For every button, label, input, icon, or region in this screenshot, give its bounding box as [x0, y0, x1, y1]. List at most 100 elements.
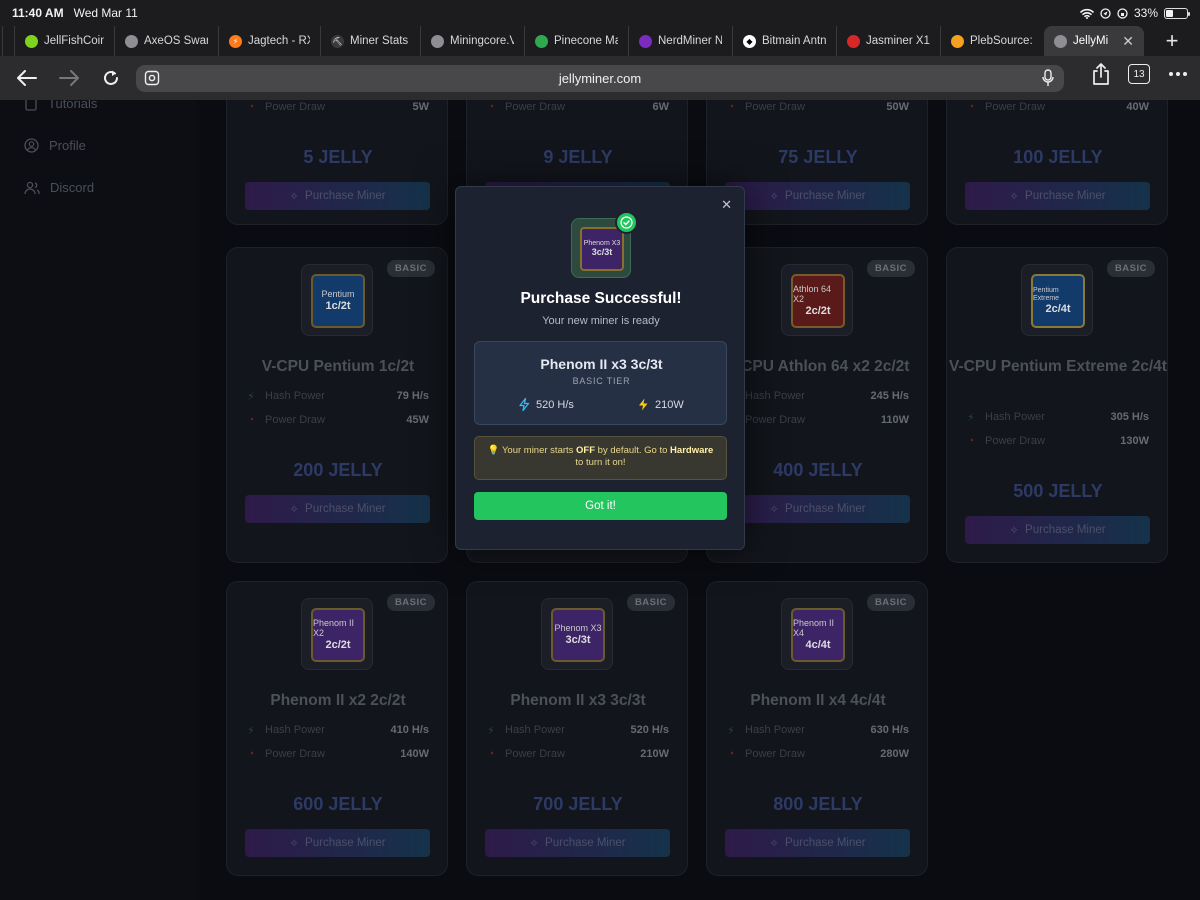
- cpu-chip-icon: Athlon 64 X2 2c/2t: [781, 264, 853, 336]
- pickaxe-icon: ⛏: [331, 34, 344, 48]
- purchase-success-modal: ✕ Phenom X3 3c/3t Purchase Successful! Yo…: [455, 186, 745, 550]
- hash-power-stat: 520 H/s: [519, 398, 574, 411]
- purchase-miner-button[interactable]: ✧Purchase Miner: [965, 516, 1150, 544]
- sidebar-item-profile[interactable]: Profile: [24, 138, 86, 153]
- sparkle-icon: ✧: [289, 191, 300, 203]
- purchase-miner-button[interactable]: ✧Purchase Miner: [245, 182, 430, 210]
- tab-jasminer[interactable]: Jasminer X16: [836, 26, 940, 56]
- status-bar: 11:40 AM Wed Mar 11 33%: [0, 0, 1200, 26]
- tab-miner-stats[interactable]: ⛏ Miner Stats -: [320, 26, 420, 56]
- new-tab-button[interactable]: +: [1158, 27, 1186, 55]
- globe-icon: [431, 34, 444, 48]
- tier-badge: BASIC: [866, 260, 915, 277]
- cpu-chip-icon: Phenom X3 3c/3t: [541, 598, 613, 670]
- hash-power-row: ⚡ Hash Power 410 H/s: [245, 724, 429, 737]
- miner-name: Phenom II x4 4c/4t: [750, 692, 886, 709]
- purchase-miner-button[interactable]: ✧Purchase Miner: [245, 495, 430, 523]
- tab-jagtech[interactable]: ⚡ Jagtech - RX: [218, 26, 320, 56]
- cpu-chip-icon: Phenom II X4 4c/4t: [781, 598, 853, 670]
- purchase-miner-button[interactable]: ✧Purchase Miner: [725, 182, 910, 210]
- power-draw-row: ◔ Power Draw 5W: [245, 101, 429, 113]
- sparkle-icon: ✧: [289, 504, 300, 516]
- modal-subtitle: Your new miner is ready: [542, 315, 660, 327]
- lightning-icon: ⚡: [247, 390, 255, 403]
- arrow-left-icon: [17, 70, 37, 86]
- power-draw-row: ◔ Power Draw 130W: [965, 435, 1149, 447]
- gauge-icon: ◔: [487, 101, 495, 113]
- tier-badge: BASIC: [386, 260, 435, 277]
- tab-axeos[interactable]: AxeOS Swar: [114, 26, 218, 56]
- address-bar[interactable]: jellyminer.com: [136, 65, 1064, 92]
- page: Tutorials Profile Discord ◔ Power Draw 5W …: [0, 100, 1200, 900]
- miner-name: Phenom II x3 3c/3t: [540, 356, 663, 372]
- gauge-icon: ◔: [727, 101, 735, 113]
- purchase-miner-button[interactable]: ✧Purchase Miner: [485, 829, 670, 857]
- got-it-button[interactable]: Got it!: [474, 492, 727, 520]
- reload-icon: [104, 70, 118, 85]
- jasminer-icon: [847, 34, 860, 48]
- tab-jellyminer-active[interactable]: JellyMine✕: [1044, 26, 1144, 56]
- tab-plebsource[interactable]: PlebSource:: [940, 26, 1044, 56]
- power-draw-row: ◔ Power Draw 50W: [725, 101, 909, 113]
- sparkle-icon: ✧: [1009, 191, 1020, 203]
- tab-overview-button[interactable]: 13: [1128, 64, 1150, 84]
- battery-fill: [1166, 9, 1173, 17]
- tier-badge: BASIC: [866, 594, 915, 611]
- gauge-icon: ◔: [247, 414, 255, 426]
- tab-partial[interactable]: [2, 26, 14, 56]
- pinecone-icon: [535, 34, 548, 48]
- purchase-miner-button[interactable]: ✧Purchase Miner: [245, 829, 430, 857]
- close-icon[interactable]: ✕: [721, 197, 732, 213]
- tier-badge: BASIC: [386, 594, 435, 611]
- gauge-icon: ◔: [967, 101, 975, 113]
- gauge-icon: ◔: [727, 748, 735, 760]
- lightning-icon: ⚡: [487, 724, 495, 737]
- share-icon[interactable]: [1092, 63, 1110, 85]
- tab-miningcore[interactable]: Miningcore.V: [420, 26, 524, 56]
- plebsource-icon: [951, 34, 964, 48]
- microphone-icon[interactable]: [1042, 69, 1054, 87]
- status-date: Wed Mar 11: [73, 6, 138, 20]
- page-info-icon[interactable]: [144, 70, 160, 86]
- more-icon[interactable]: [1168, 71, 1188, 77]
- gauge-icon: ◔: [967, 435, 975, 447]
- lightbulb-icon: 💡: [487, 445, 500, 456]
- location-icon: [1100, 7, 1111, 19]
- hardware-link[interactable]: Hardware: [670, 445, 713, 456]
- reload-button[interactable]: [96, 63, 126, 93]
- purchase-miner-button[interactable]: ✧Purchase Miner: [725, 495, 910, 523]
- close-tab-icon[interactable]: ✕: [1122, 33, 1134, 50]
- purchase-miner-button[interactable]: ✧Purchase Miner: [965, 182, 1150, 210]
- globe-icon: [125, 34, 138, 48]
- power-draw-stat: 210W: [638, 398, 684, 411]
- miner-summary: Phenom II x3 3c/3t BASIC TIER 520 H/s 21…: [474, 341, 727, 425]
- miner-card: BASIC Pentium 1c/2t V-CPU Pentium 1c/2t ⚡…: [226, 247, 448, 563]
- sparkle-icon: ✧: [289, 838, 300, 850]
- forward-button[interactable]: [54, 63, 84, 93]
- price: 9 JELLY: [543, 147, 613, 167]
- sidebar-item-tutorials[interactable]: Tutorials: [24, 100, 97, 111]
- url-text: jellyminer.com: [558, 71, 642, 86]
- hash-power-row: ⚡ Hash Power 520 H/s: [485, 724, 669, 737]
- price: 100 JELLY: [1013, 147, 1103, 167]
- tab-jellfishcoin[interactable]: JellFishCoin: [14, 26, 114, 56]
- modal-title: Purchase Successful!: [520, 290, 682, 307]
- price: 500 JELLY: [1013, 481, 1103, 501]
- miner-name: V-CPU Pentium 1c/2t: [261, 358, 415, 375]
- power-draw-row: ◔Power Draw110W: [725, 414, 909, 426]
- tab-nerdminer[interactable]: NerdMiner N: [628, 26, 732, 56]
- hash-power-row: ⚡ Hash Power 630 H/s: [725, 724, 909, 737]
- sidebar: Tutorials Profile Discord: [0, 100, 196, 900]
- price: 75 JELLY: [778, 147, 858, 167]
- back-button[interactable]: [12, 63, 42, 93]
- tab-bitmain[interactable]: ◆ Bitmain Antn: [732, 26, 836, 56]
- power-draw-row: ◔ Power Draw 140W: [245, 748, 429, 760]
- sparkle-icon: ✧: [769, 191, 780, 203]
- tab-strip: JellFishCoin AxeOS Swar ⚡ Jagtech - RX ⛏ M…: [0, 26, 1200, 56]
- price: 800 JELLY: [773, 794, 863, 814]
- tab-pinecone[interactable]: Pinecone Ma: [524, 26, 628, 56]
- sidebar-item-discord[interactable]: Discord: [24, 180, 94, 195]
- purchase-miner-button[interactable]: ✧Purchase Miner: [725, 829, 910, 857]
- lightning-icon: ⚡: [247, 724, 255, 737]
- toolbar-right: 13: [1092, 63, 1188, 85]
